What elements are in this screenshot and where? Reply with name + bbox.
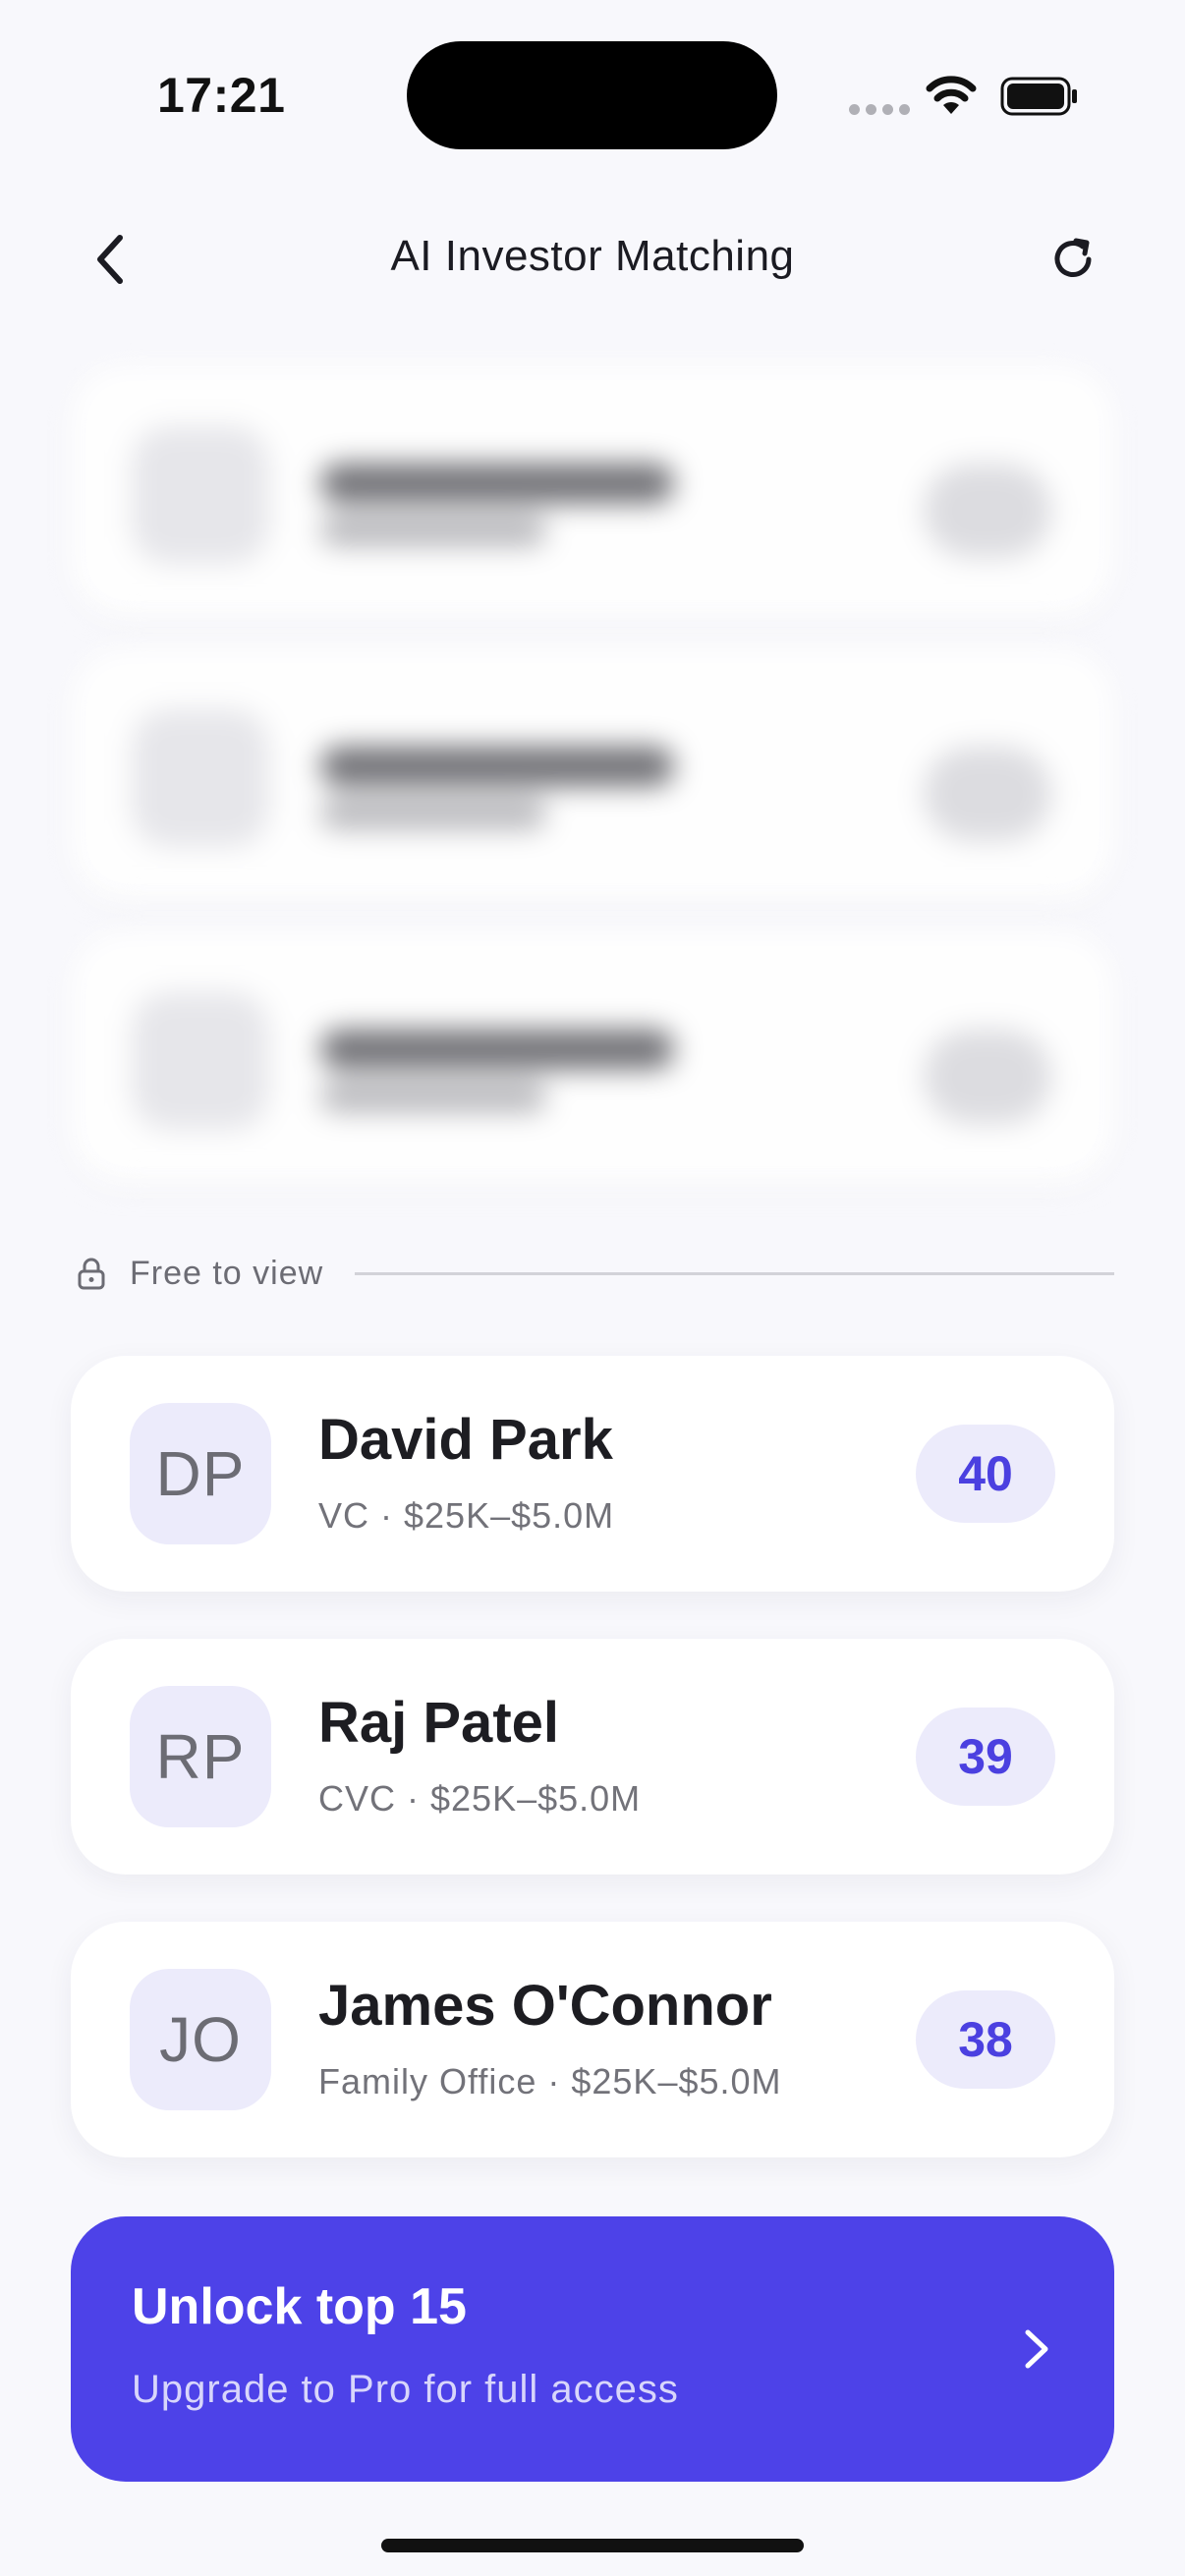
avatar: DP xyxy=(130,1403,271,1544)
status-time: 17:21 xyxy=(157,68,286,123)
locked-investor-card xyxy=(71,365,1114,617)
investor-name: David Park xyxy=(318,1408,613,1472)
match-score-badge: 39 xyxy=(916,1708,1055,1806)
avatar: JO xyxy=(130,1969,271,2110)
investor-card[interactable]: RP Raj Patel CVC · $25K–$5.0M 39 xyxy=(71,1639,1114,1875)
dynamic-island xyxy=(407,41,777,149)
divider-line xyxy=(355,1271,1114,1275)
investor-name: James O'Connor xyxy=(318,1974,772,2038)
page-title: AI Investor Matching xyxy=(390,232,795,280)
locked-investor-list xyxy=(71,365,1114,1214)
investor-meta: CVC · $25K–$5.0M xyxy=(318,1778,642,1819)
free-to-view-divider: Free to view xyxy=(71,1248,1114,1299)
investor-card[interactable]: JO James O'Connor Family Office · $25K–$… xyxy=(71,1922,1114,2157)
refresh-button[interactable] xyxy=(1045,232,1100,287)
home-indicator[interactable] xyxy=(381,2539,804,2552)
lock-icon xyxy=(78,1258,105,1290)
locked-investor-card xyxy=(71,931,1114,1183)
investor-list: DP David Park VC · $25K–$5.0M 40 RP Raj … xyxy=(71,1356,1114,2205)
match-score-badge: 38 xyxy=(916,1990,1055,2089)
free-to-view-label: Free to view xyxy=(130,1254,324,1292)
cellular-signal-icon xyxy=(849,104,910,115)
investor-meta: VC · $25K–$5.0M xyxy=(318,1495,615,1536)
investor-name: Raj Patel xyxy=(318,1691,559,1755)
investor-card[interactable]: DP David Park VC · $25K–$5.0M 40 xyxy=(71,1356,1114,1592)
investor-meta: Family Office · $25K–$5.0M xyxy=(318,2061,782,2101)
cta-subtitle: Upgrade to Pro for full access xyxy=(132,2368,679,2411)
chevron-right-icon xyxy=(1025,2329,1048,2369)
avatar: RP xyxy=(130,1686,271,1827)
locked-investor-card xyxy=(71,648,1114,900)
battery-icon xyxy=(1000,77,1077,116)
cta-title: Unlock top 15 xyxy=(132,2278,467,2335)
unlock-upgrade-button[interactable]: Unlock top 15 Upgrade to Pro for full ac… xyxy=(71,2216,1114,2482)
wifi-icon xyxy=(926,76,977,114)
match-score-badge: 40 xyxy=(916,1425,1055,1523)
screen: 17:21 AI Investor Matching Free to view … xyxy=(0,0,1185,2576)
